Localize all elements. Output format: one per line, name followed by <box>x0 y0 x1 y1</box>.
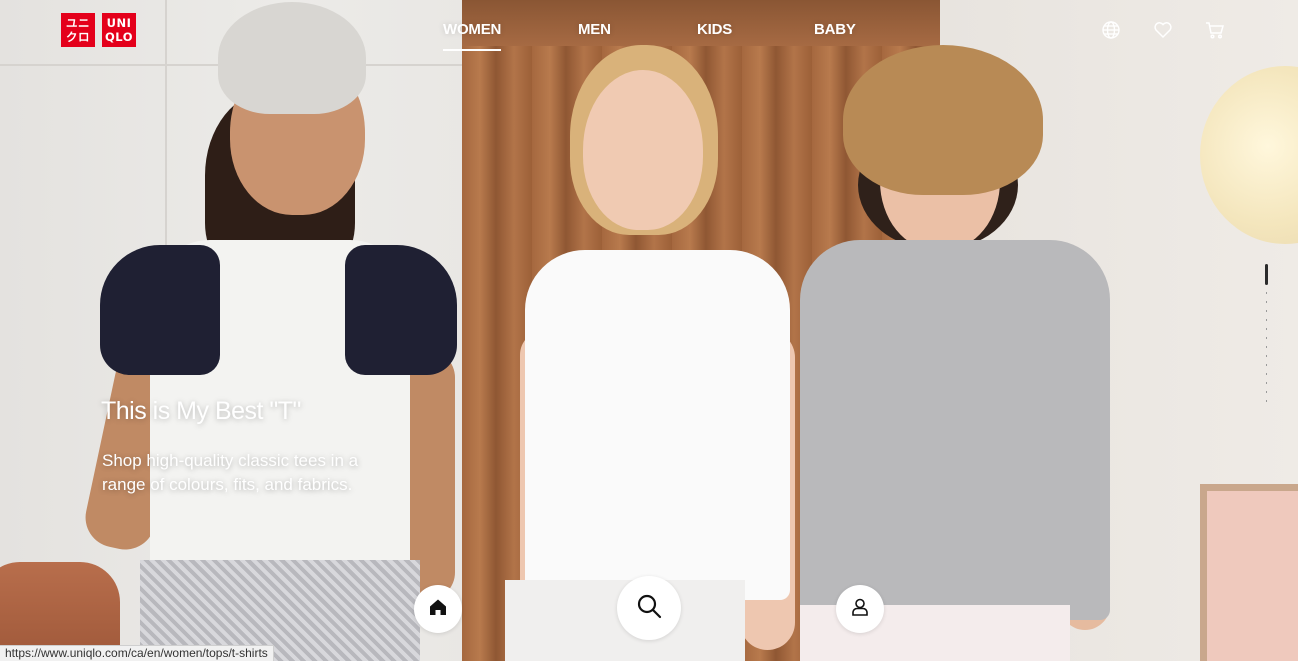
heart-icon[interactable] <box>1153 20 1173 40</box>
hero-image[interactable] <box>0 0 1298 661</box>
account-button[interactable] <box>836 585 884 633</box>
status-bar-url: https://www.uniqlo.com/ca/en/women/tops/… <box>0 645 274 661</box>
mirror-frame <box>1200 484 1298 661</box>
home-button[interactable] <box>414 585 462 633</box>
site-header: ユニ クロ UNI QLO WOMEN MEN KIDS BABY <box>0 0 1298 64</box>
nav-kids[interactable]: KIDS <box>697 21 732 38</box>
account-icon <box>850 597 870 622</box>
globe-icon[interactable] <box>1101 20 1121 40</box>
hero-title[interactable]: This is My Best "T" <box>101 397 301 426</box>
pager-track <box>1266 292 1267 402</box>
slide-pager[interactable] <box>1265 264 1269 404</box>
nav-men[interactable]: MEN <box>578 21 611 38</box>
cart-icon[interactable] <box>1205 20 1225 40</box>
hero-subtitle[interactable]: Shop high-quality classic tees in a rang… <box>102 449 402 497</box>
search-button[interactable] <box>617 576 681 640</box>
nav-baby[interactable]: BABY <box>814 21 856 38</box>
pager-active-indicator <box>1265 264 1268 285</box>
nav-women[interactable]: WOMEN <box>443 21 501 51</box>
search-icon <box>636 593 662 624</box>
home-icon <box>428 597 448 622</box>
